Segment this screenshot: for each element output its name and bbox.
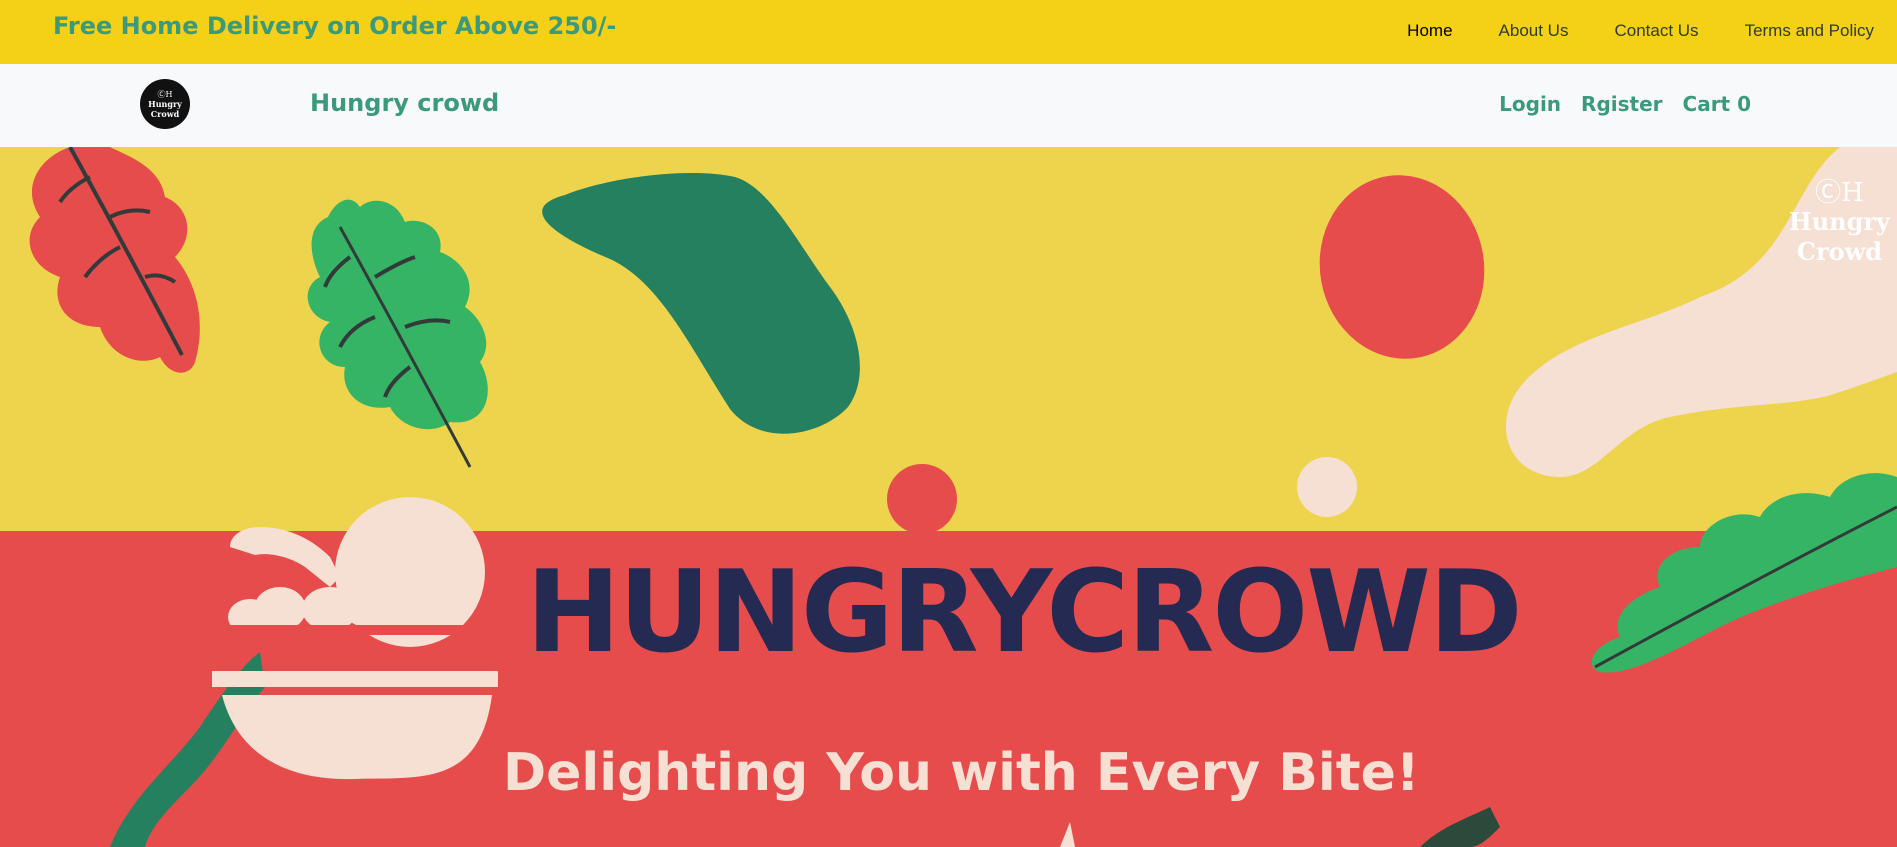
register-link[interactable]: Rgister [1581,92,1662,116]
top-nav: Home About Us Contact Us Terms and Polic… [1407,21,1874,41]
corner-brand-logo: ⒸH Hungry Crowd [1782,179,1897,267]
corner-logo-line-1: Hungry [1789,207,1890,236]
small-red-dot [887,464,957,534]
login-link[interactable]: Login [1499,92,1561,116]
corner-logo-line-2: Crowd [1796,237,1883,266]
top-promo-bar: Free Home Delivery on Order Above 250/- … [0,0,1897,64]
free-delivery-banner: Free Home Delivery on Order Above 250/- [53,12,617,40]
hero-title: HUNGRYCROWD [526,546,1523,678]
top-nav-about-link[interactable]: About Us [1499,21,1569,41]
logo-line-2: Crowd [150,108,180,119]
hero-banner: ⒸH Hungry Crowd HUNGRYCROWD Delighting Y… [0,147,1897,847]
top-nav-contact-link[interactable]: Contact Us [1614,21,1698,41]
main-navbar: ⒸH Hungry Crowd Hungry crowd Login Rgist… [0,64,1897,147]
hero-background-illustration [0,147,1897,847]
small-cream-dot [1297,457,1357,517]
logo-monogram: ⒸH [157,89,173,99]
cart-link[interactable]: Cart 0 [1683,92,1751,116]
corner-logo-monogram: ⒸH [1815,178,1864,208]
top-nav-home-link[interactable]: Home [1407,21,1452,41]
account-nav: Login Rgister Cart 0 [1499,92,1751,116]
top-nav-terms-link[interactable]: Terms and Policy [1745,21,1874,41]
brand-name-link[interactable]: Hungry crowd [310,89,499,117]
hero-tagline: Delighting You with Every Bite! [503,743,1420,803]
brand-logo[interactable]: ⒸH Hungry Crowd [140,79,190,129]
logo-line-1: Hungry [148,98,182,109]
